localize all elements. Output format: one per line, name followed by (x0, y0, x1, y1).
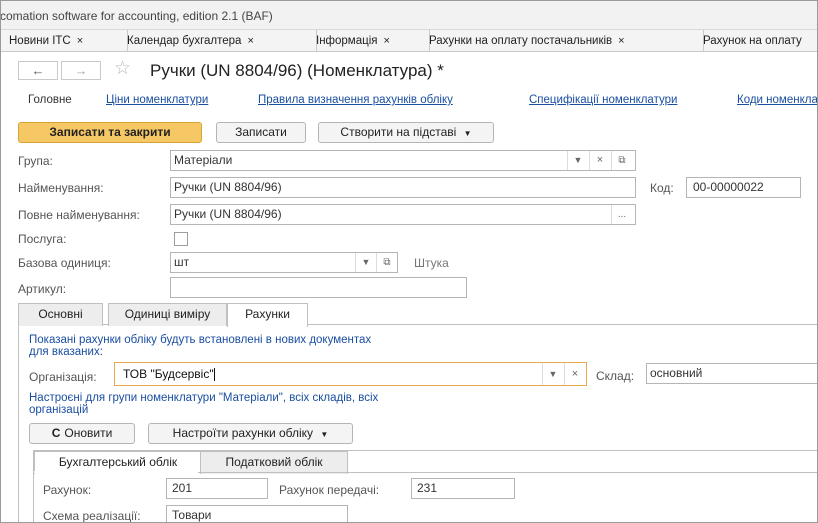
arrow-left-icon: ← (31, 63, 45, 78)
app-title: comation software for accounting, editio… (0, 9, 273, 23)
article-label: Артикул: (18, 282, 67, 296)
unit-field[interactable]: шт ▼ ⧉ (170, 252, 398, 273)
save-button[interactable]: Записати (216, 122, 306, 143)
back-button[interactable]: ← (18, 61, 58, 80)
window-tab-label: Новини ІТС (9, 35, 71, 47)
service-checkbox[interactable] (174, 232, 188, 246)
refresh-icon: C (51, 426, 61, 440)
full-name-label: Повне найменування: (18, 208, 140, 222)
nav-specifications[interactable]: Специфікації номенклатури (529, 94, 677, 106)
code-label: Код: (650, 181, 674, 195)
close-icon[interactable]: × (77, 35, 83, 47)
accounts-info-text: Показані рахунки обліку будуть встановле… (29, 334, 371, 358)
save-close-button[interactable]: Записати та закрити (18, 122, 202, 143)
transfer-account-field[interactable]: 231 (411, 478, 515, 499)
close-icon[interactable]: × (383, 35, 389, 47)
window-tab-news[interactable]: Новини ІТС × (0, 30, 128, 51)
sales-scheme-field[interactable]: Товари (166, 505, 348, 523)
nav-main[interactable]: Головне (28, 94, 72, 106)
service-label: Послуга: (18, 232, 67, 246)
tab-units[interactable]: Одиниці виміру (108, 303, 227, 326)
more-icon[interactable]: ... (611, 205, 632, 224)
accounts-info-line: для вказаних: (29, 346, 103, 358)
arrow-right-icon: → (74, 63, 88, 78)
configure-accounts-label: Настроїти рахунки обліку (172, 426, 314, 440)
close-icon[interactable]: × (618, 35, 624, 47)
window-tabs-bar: Новини ІТС × Календар бухгалтера × Інформа… (0, 30, 818, 52)
clear-icon[interactable]: × (564, 363, 585, 385)
nav-codes[interactable]: Коди номенклатури (737, 94, 818, 106)
transfer-account-value: 231 (417, 481, 438, 495)
group-value: Матеріали (174, 153, 233, 167)
account-field[interactable]: 201 (166, 478, 268, 499)
group-label: Група: (18, 154, 53, 168)
create-based-on-label: Створити на підставі (340, 125, 457, 139)
sales-scheme-value: Товари (172, 508, 212, 522)
configured-info-line: Настроєні для групи номенклатури "Матері… (29, 392, 379, 404)
account-value: 201 (172, 481, 193, 495)
tab-main[interactable]: Основні (18, 303, 103, 326)
page-title: Ручки (UN 8804/96) (Номенклатура) * (150, 61, 444, 80)
subtab-tax[interactable]: Податковий облік (200, 451, 348, 474)
window-tab-label: Рахунки на оплату постачальників (429, 35, 613, 47)
configure-accounts-button[interactable]: Настроїти рахунки обліку ▼ (148, 423, 353, 444)
window-tab-label: Календар бухгалтера (127, 35, 242, 47)
name-label: Найменування: (18, 181, 104, 195)
article-field[interactable] (170, 277, 467, 298)
transfer-account-label: Рахунок передачі: (279, 483, 380, 497)
refresh-button[interactable]: C Оновити (29, 423, 135, 444)
organization-value: ТОВ "Будсервіс" (123, 367, 214, 381)
close-icon[interactable]: × (247, 35, 253, 47)
full-name-field[interactable]: Ручки (UN 8804/96) ... (170, 204, 636, 225)
forward-button[interactable]: → (61, 61, 101, 80)
code-value: 00-00000022 (693, 180, 764, 194)
full-name-value: Ручки (UN 8804/96) (174, 207, 282, 221)
window-tab-invoice[interactable]: Рахунок на оплату (694, 30, 818, 51)
accounts-info-line: Показані рахунки обліку будуть встановле… (29, 334, 372, 346)
create-based-on-button[interactable]: Створити на підставі ▼ (318, 122, 494, 143)
account-label: Рахунок: (43, 483, 92, 497)
window-tab-supplier-invoices[interactable]: Рахунки на оплату постачальників × (420, 30, 704, 51)
open-icon[interactable]: ⧉ (611, 151, 632, 170)
page-tabs: Основні Одиниці виміру Рахунки (18, 303, 818, 327)
name-field[interactable]: Ручки (UN 8804/96) (170, 177, 636, 198)
organization-field[interactable]: ТОВ "Будсервіс" ▼ × (114, 362, 587, 386)
warehouse-value: основний (650, 366, 703, 380)
warehouse-label: Склад: (596, 369, 635, 383)
nav-prices[interactable]: Ціни номенклатури (106, 94, 208, 106)
app-title-bar: comation software for accounting, editio… (0, 0, 818, 30)
name-value: Ручки (UN 8804/96) (174, 180, 282, 194)
sales-scheme-label: Схема реалізації: (43, 509, 141, 523)
unit-value: шт (174, 255, 190, 269)
configured-info-line: організацій (29, 404, 89, 416)
window-tab-label: Інформація (316, 35, 378, 47)
unit-hint: Штука (414, 256, 449, 270)
dropdown-arrow-icon: ▼ (463, 129, 472, 138)
warehouse-field[interactable]: основний (646, 363, 818, 384)
window-tab-label: Рахунок на оплату (703, 35, 802, 47)
refresh-label: Оновити (64, 426, 113, 440)
open-icon[interactable]: ⧉ (376, 253, 397, 272)
window-tab-info[interactable]: Інформація × (307, 30, 430, 51)
window-tab-calendar[interactable]: Календар бухгалтера × (118, 30, 317, 51)
tab-accounts[interactable]: Рахунки (227, 303, 308, 327)
dropdown-arrow-icon[interactable]: ▼ (567, 151, 588, 170)
organization-label: Організація: (29, 370, 97, 384)
configured-info-text: Настроєні для групи номенклатури "Матері… (29, 392, 378, 416)
dropdown-arrow-icon[interactable]: ▼ (355, 253, 376, 272)
dropdown-arrow-icon: ▼ (320, 430, 329, 439)
code-field[interactable]: 00-00000022 (686, 177, 801, 198)
group-field[interactable]: Матеріали ▼ × ⧉ (170, 150, 636, 171)
dropdown-arrow-icon[interactable]: ▼ (542, 363, 563, 385)
text-cursor (213, 368, 215, 382)
clear-icon[interactable]: × (589, 151, 610, 170)
active-subtab-gap (34, 471, 198, 473)
nav-account-rules[interactable]: Правила визначення рахунків обліку (258, 94, 453, 106)
star-icon[interactable]: ☆ (114, 57, 131, 80)
unit-label: Базова одиниця: (18, 256, 111, 270)
